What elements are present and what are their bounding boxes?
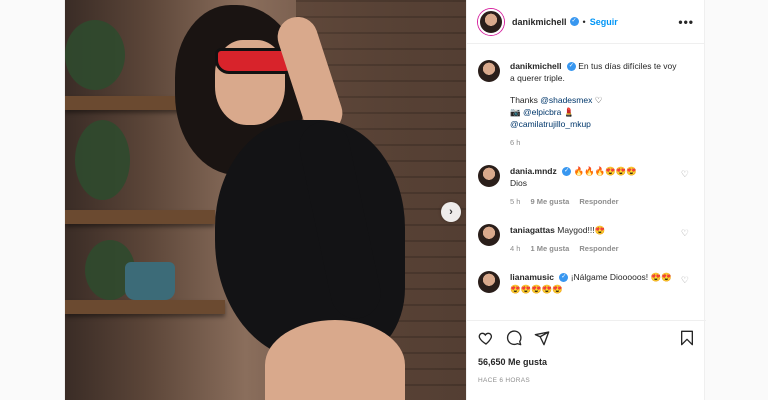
- comment-likes[interactable]: 9 Me gusta: [531, 197, 570, 206]
- reply-button[interactable]: Responder: [579, 244, 618, 253]
- post-side-panel: danikmichell ✓ • Seguir ••• danikmichell…: [466, 0, 706, 400]
- avatar[interactable]: [478, 8, 504, 35]
- list-item: taniagattas Maygod!!!😍 4 h 1 Me gusta Re…: [478, 224, 695, 255]
- post-username[interactable]: danikmichell: [512, 17, 567, 27]
- photo-shelf: [65, 210, 215, 224]
- avatar[interactable]: [478, 271, 500, 293]
- comment-text: Maygod!!!: [557, 225, 595, 235]
- next-photo-button[interactable]: ›: [441, 202, 461, 222]
- bookmark-icon[interactable]: [679, 330, 695, 346]
- comment-username[interactable]: dania.mndz: [510, 166, 557, 176]
- share-icon[interactable]: [534, 330, 550, 346]
- likes-count[interactable]: 56,650 Me gusta: [478, 357, 695, 367]
- photo-plant: [75, 120, 130, 200]
- caption-username[interactable]: danikmichell: [510, 61, 562, 71]
- separator-dot: •: [582, 16, 586, 27]
- follow-button[interactable]: Seguir: [590, 17, 618, 27]
- comment-username[interactable]: lianamusic: [510, 272, 554, 282]
- post-actions: 56,650 Me gusta HACE 6 HORAS: [467, 320, 706, 384]
- like-comment-icon[interactable]: ♡: [681, 275, 689, 286]
- post-header: danikmichell ✓ • Seguir •••: [467, 0, 705, 44]
- photo-legs: [265, 320, 405, 400]
- verified-badge-icon: ✓: [562, 167, 572, 177]
- comment-likes[interactable]: 1 Me gusta: [531, 244, 570, 253]
- heart-emoji: ♡: [594, 95, 603, 105]
- camera-emoji: 📷: [510, 107, 521, 117]
- list-item: lianamusic ✓ ¡Nálgame Diooooos! 😍😍😍😍😍😍😍 …: [478, 271, 695, 295]
- comments-list[interactable]: danikmichell ✓ En tus días difíciles te …: [467, 44, 706, 318]
- comment-username[interactable]: taniagattas: [510, 225, 555, 235]
- avatar[interactable]: [478, 224, 500, 246]
- lipstick-emoji: 💄: [563, 107, 575, 117]
- comment-text: ¡Nálgame Diooooos!: [570, 272, 649, 282]
- comment-emoji: 😍: [594, 225, 606, 235]
- avatar[interactable]: [478, 165, 500, 187]
- like-comment-icon[interactable]: ♡: [681, 169, 689, 180]
- avatar[interactable]: [478, 60, 500, 82]
- photo-plant: [65, 20, 125, 90]
- photo-pot: [125, 262, 175, 300]
- comment-icon[interactable]: [506, 330, 522, 346]
- comment-emoji: 🔥🔥🔥😍😍😍: [573, 166, 638, 176]
- comment-timestamp[interactable]: 4 h: [510, 244, 520, 253]
- more-options-icon[interactable]: •••: [678, 15, 694, 29]
- like-comment-icon[interactable]: ♡: [681, 228, 689, 239]
- thanks-text: Thanks: [510, 95, 538, 105]
- caption-timestamp[interactable]: 6 h: [510, 138, 520, 147]
- mention-link[interactable]: @shadesmex: [540, 95, 592, 105]
- verified-badge-icon: ✓: [569, 17, 579, 26]
- like-icon[interactable]: [478, 330, 494, 346]
- chevron-right-icon: ›: [449, 206, 453, 218]
- photo-shelf: [65, 300, 225, 314]
- mention-link[interactable]: @elpicbra: [523, 107, 561, 117]
- comment-text: Dios: [510, 178, 528, 188]
- list-item: dania.mndz ✓ 🔥🔥🔥😍😍😍 Dios 5 h 9 Me gusta …: [478, 165, 695, 208]
- post-modal: › danikmichell ✓ • Seguir ••• danikmiche…: [64, 0, 706, 400]
- post-age[interactable]: HACE 6 HORAS: [478, 377, 695, 384]
- reply-button[interactable]: Responder: [579, 197, 618, 206]
- verified-badge-icon: ✓: [559, 273, 569, 283]
- mention-link[interactable]: @camilatrujillo_mkup: [510, 119, 591, 129]
- comment-timestamp[interactable]: 5 h: [510, 197, 520, 206]
- post-photo[interactable]: [65, 0, 466, 400]
- caption: danikmichell ✓ En tus días difíciles te …: [478, 60, 695, 149]
- verified-badge-icon: ✓: [566, 62, 576, 72]
